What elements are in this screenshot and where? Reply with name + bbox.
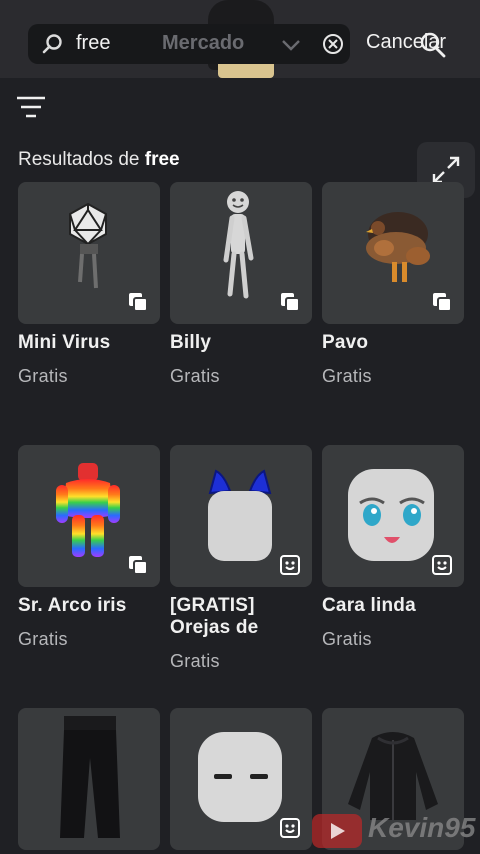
item-thumbnail[interactable] bbox=[322, 182, 464, 324]
item-price: Gratis bbox=[170, 366, 220, 386]
watermark: Kevin95 bbox=[312, 812, 476, 848]
scope-selector[interactable]: Mercado bbox=[162, 32, 244, 55]
face-icon bbox=[280, 818, 300, 838]
item-price: Gratis bbox=[170, 651, 220, 671]
search-box[interactable]: free Mercado bbox=[28, 24, 350, 64]
black-pants-image bbox=[60, 716, 120, 838]
watermark-text: Kevin95 bbox=[368, 812, 476, 843]
top-bar: free Mercado Cancelar bbox=[0, 0, 480, 78]
layers-icon bbox=[433, 293, 452, 312]
item-name[interactable]: [GRATIS] Orejas de bbox=[170, 595, 312, 639]
item-thumbnail[interactable] bbox=[170, 445, 312, 587]
results-query: free bbox=[144, 149, 180, 170]
item-thumbnail[interactable] bbox=[18, 708, 160, 850]
search-icon bbox=[42, 34, 62, 54]
item-name[interactable]: Mini Virus bbox=[18, 332, 160, 354]
item-name[interactable]: Pavo bbox=[322, 332, 464, 354]
item-price: Gratis bbox=[18, 366, 68, 386]
item-price: Gratis bbox=[18, 629, 68, 649]
item-name[interactable]: Billy bbox=[170, 332, 312, 354]
item-thumbnail[interactable] bbox=[170, 182, 312, 324]
layers-icon bbox=[281, 293, 300, 312]
search-icon[interactable] bbox=[418, 30, 448, 60]
item-thumbnail[interactable] bbox=[18, 182, 160, 324]
filter-icon[interactable] bbox=[16, 95, 46, 119]
face-icon bbox=[280, 555, 300, 575]
item-thumbnail[interactable] bbox=[322, 445, 464, 587]
expand-icon bbox=[432, 156, 460, 184]
layers-icon bbox=[129, 293, 148, 312]
item-name[interactable]: Cara linda bbox=[322, 595, 464, 617]
youtube-logo-icon bbox=[312, 814, 362, 848]
item-name[interactable]: Sr. Arco iris bbox=[18, 595, 160, 617]
clear-icon[interactable] bbox=[322, 33, 344, 55]
item-price: Gratis bbox=[322, 629, 372, 649]
layers-icon bbox=[129, 556, 148, 575]
results-heading: Resultados de free bbox=[18, 149, 180, 171]
item-thumbnail[interactable] bbox=[18, 445, 160, 587]
item-price: Gratis bbox=[322, 366, 372, 386]
chevron-down-icon[interactable] bbox=[280, 34, 302, 56]
face-icon bbox=[432, 555, 452, 575]
search-input[interactable]: free bbox=[76, 32, 110, 55]
results-prefix: Resultados de bbox=[18, 149, 140, 170]
item-thumbnail[interactable] bbox=[170, 708, 312, 850]
